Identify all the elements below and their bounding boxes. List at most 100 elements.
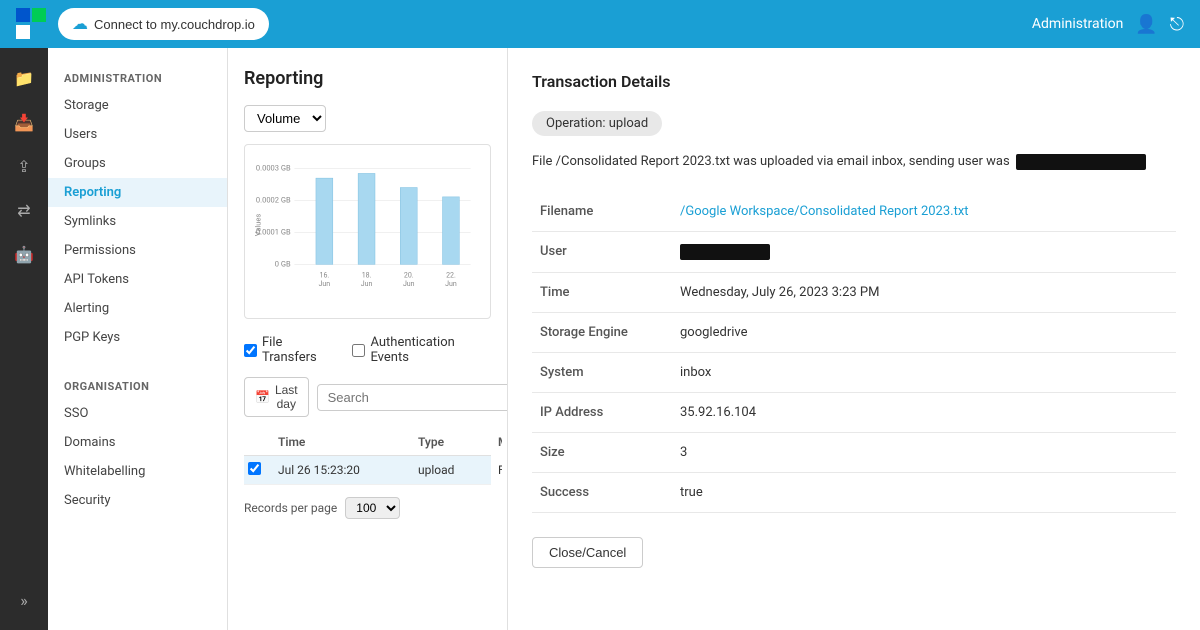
sidebar-item-permissions[interactable]: Permissions [48,236,227,265]
chart-svg: 0.0003 GB 0.0002 GB 0.0001 GB 0 GB Value… [255,155,480,295]
storage-engine-label: Storage Engine [532,312,672,352]
last-day-label: Last day [275,383,298,411]
time-value: Wednesday, July 26, 2023 3:23 PM [672,272,1176,312]
volume-select[interactable]: Volume Count Errors [244,105,326,132]
success-row: Success true [532,472,1176,512]
row-type: upload [414,463,494,477]
details-title: Transaction Details [532,72,1176,91]
sidebar-item-api-tokens[interactable]: API Tokens [48,265,227,294]
user-value [672,231,1176,272]
ip-label: IP Address [532,392,672,432]
main-content: Reporting Volume Count Errors 0.0003 GB … [228,48,1200,630]
logout-icon-button[interactable]: ⎋ [1170,14,1184,35]
icon-bar-robot[interactable]: 🤖 [6,236,42,272]
chart-container: 0.0003 GB 0.0002 GB 0.0001 GB 0 GB Value… [244,144,491,319]
filter-row: File Transfers Authentication Events [244,335,491,365]
sidebar-item-reporting[interactable]: Reporting [48,178,227,207]
storage-engine-row: Storage Engine googledrive [532,312,1176,352]
logo-sq-3 [16,25,30,39]
calendar-icon: 📅 [255,390,270,404]
time-row: Time Wednesday, July 26, 2023 3:23 PM [532,272,1176,312]
icon-bar-files[interactable]: 📁 [6,60,42,96]
sidebar-divider [48,352,227,372]
filename-row: Filename /Google Workspace/Consolidated … [532,192,1176,232]
search-input[interactable] [317,384,508,411]
sidebar: ADMINISTRATION Storage Users Groups Repo… [48,48,228,630]
ip-value: 35.92.16.104 [672,392,1176,432]
icon-bar-transfer[interactable]: ⇄ [6,192,42,228]
svg-text:0.0002 GB: 0.0002 GB [256,196,291,205]
description-text: File /Consolidated Report 2023.txt was u… [532,152,1010,172]
ip-row: IP Address 35.92.16.104 [532,392,1176,432]
admin-label: Administration [1032,16,1123,32]
layout: 📁 📥 ⇪ ⇄ 🤖 » ADMINISTRATION Storage Users… [0,48,1200,630]
col-time: Time [274,435,414,449]
sidebar-item-symlinks[interactable]: Symlinks [48,207,227,236]
admin-section-title: ADMINISTRATION [48,64,227,91]
connect-button[interactable]: ☁ Connect to my.couchdrop.io [58,8,269,40]
svg-text:Jun: Jun [319,279,331,288]
system-row: System inbox [532,352,1176,392]
logo-sq-2 [32,8,46,22]
operation-badge: Operation: upload [532,111,662,136]
svg-text:0 GB: 0 GB [275,259,291,268]
sidebar-item-alerting[interactable]: Alerting [48,294,227,323]
sidebar-item-whitelabelling[interactable]: Whitelabelling [48,457,227,486]
user-icon-button[interactable]: 👤 [1135,14,1157,35]
auth-events-filter[interactable]: Authentication Events [352,335,491,365]
svg-text:Jun: Jun [445,279,457,288]
user-redacted-topbar [1016,154,1146,170]
topbar-right: Administration 👤 ⎋ [1032,14,1184,35]
auth-events-label: Authentication Events [370,335,491,365]
row-checkbox[interactable] [248,462,261,475]
user-redacted-cell [680,244,770,260]
size-label: Size [532,432,672,472]
details-table: Filename /Google Workspace/Consolidated … [532,192,1176,513]
last-day-button[interactable]: 📅 Last day [244,377,309,417]
size-value: 3 [672,432,1176,472]
icon-bar-share[interactable]: ⇪ [6,148,42,184]
icon-bar-inbox[interactable]: 📥 [6,104,42,140]
svg-text:Values: Values [255,214,263,237]
sidebar-item-domains[interactable]: Domains [48,428,227,457]
file-transfers-checkbox[interactable] [244,344,257,357]
user-row: User [532,231,1176,272]
logo [16,8,48,40]
details-description: File /Consolidated Report 2023.txt was u… [532,152,1176,172]
user-label: User [532,231,672,272]
close-cancel-button[interactable]: Close/Cancel [532,537,643,568]
sidebar-item-sso[interactable]: SSO [48,399,227,428]
svg-text:0.0003 GB: 0.0003 GB [256,164,291,173]
records-label: Records per page [244,501,337,515]
logo-sq-1 [16,8,30,22]
toolbar-row: 📅 Last day [244,377,491,417]
row-message: File [494,463,502,477]
org-section-title: ORGANISATION [48,372,227,399]
sidebar-item-pgp-keys[interactable]: PGP Keys [48,323,227,352]
sidebar-item-groups[interactable]: Groups [48,149,227,178]
file-transfers-label: File Transfers [262,335,336,365]
storage-engine-value: googledrive [672,312,1176,352]
icon-bar-expand[interactable]: » [6,582,42,618]
sidebar-item-storage[interactable]: Storage [48,91,227,120]
system-value: inbox [672,352,1176,392]
records-select[interactable]: 10 25 50 100 [345,497,400,519]
row-time: Jul 26 15:23:20 [274,463,414,477]
svg-text:Jun: Jun [361,279,373,288]
system-label: System [532,352,672,392]
cloud-icon: ☁ [72,14,88,34]
reporting-panel: Reporting Volume Count Errors 0.0003 GB … [228,48,508,630]
sidebar-item-security[interactable]: Security [48,486,227,515]
col-type: Type [414,435,494,449]
auth-events-checkbox[interactable] [352,344,365,357]
col-message: Me [494,435,502,449]
file-transfers-filter[interactable]: File Transfers [244,335,336,365]
svg-text:Jun: Jun [403,279,415,288]
topbar-left: ☁ Connect to my.couchdrop.io [16,8,269,40]
col-check [244,435,274,449]
details-panel: Transaction Details Operation: upload Fi… [508,48,1200,630]
sidebar-item-users[interactable]: Users [48,120,227,149]
table-row[interactable]: Jul 26 15:23:20 upload File [244,456,491,485]
filename-label: Filename [532,192,672,232]
filename-link[interactable]: /Google Workspace/Consolidated Report 20… [680,204,969,219]
